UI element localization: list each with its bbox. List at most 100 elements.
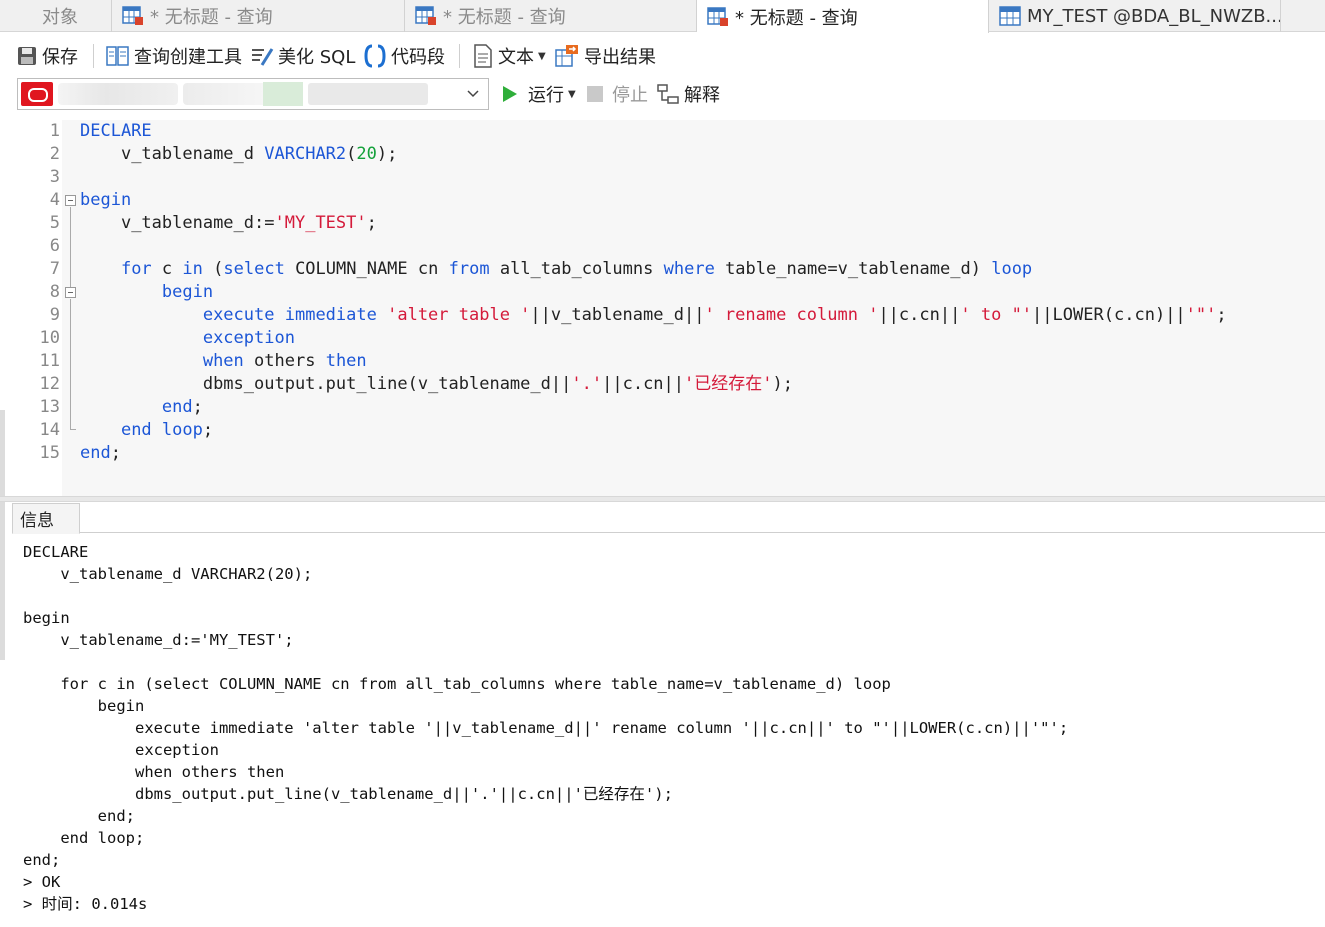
code-line: for c in (select COLUMN_NAME cn from all…: [120, 259, 1033, 279]
save-button[interactable]: 保存: [16, 38, 78, 74]
message-line: execute immediate 'alter table '||v_tabl…: [23, 719, 1069, 737]
caret-down-icon: ▼: [538, 50, 546, 62]
beautify-sql-icon: [252, 48, 274, 66]
code-line: DECLARE: [80, 121, 152, 141]
code-snippet-button[interactable]: 代码段: [363, 38, 445, 74]
sql-editor[interactable]: 1 2 3 4 5 6 7 8 9 10 11 12 13 14 15 DECL…: [12, 120, 1325, 496]
tab-query-1-label: * 无标题 - 查询: [150, 7, 273, 28]
explain-button[interactable]: 解释: [656, 76, 720, 112]
line-number: 2: [49, 144, 60, 164]
stop-label: 停止: [612, 85, 648, 106]
message-line: begin: [23, 609, 70, 627]
explain-plan-icon: [657, 84, 679, 104]
text-label: 文本: [498, 47, 534, 68]
message-line: > 时间: 0.014s: [23, 895, 148, 913]
code-line: execute immediate 'alter table '||v_tabl…: [202, 305, 1227, 325]
line-number: 7: [49, 259, 60, 279]
query-builder-icon: [106, 46, 129, 66]
code-line: when others then: [202, 351, 367, 371]
beautify-sql-label: 美化 SQL: [278, 47, 356, 68]
line-number: 9: [49, 305, 60, 325]
query-builder-button[interactable]: 查询创建工具: [106, 38, 242, 74]
editor-toolbar: 保存 查询创建工具 美化 SQL 代码段 文本 ▼ 导出结果: [0, 38, 1325, 74]
explain-label: 解释: [684, 85, 720, 106]
redacted-connection-name: [263, 82, 303, 106]
connection-select[interactable]: [17, 78, 489, 110]
tab-query-3-label: * 无标题 - 查询: [735, 7, 858, 29]
code-line: end loop;: [120, 420, 214, 440]
chevron-down-icon: [467, 90, 479, 98]
run-label: 运行: [528, 85, 564, 106]
caret-down-icon: ▼: [568, 88, 576, 100]
redacted-connection-name: [308, 83, 428, 105]
code-folding-margin: [62, 120, 80, 496]
message-line: > OK: [23, 873, 61, 891]
code-line: exception: [202, 328, 295, 348]
tab-query-2[interactable]: * 无标题 - 查询: [405, 0, 697, 32]
connection-toolbar: 运行 ▼ 停止 解释: [0, 76, 1325, 114]
code-line: begin: [80, 190, 132, 210]
save-label: 保存: [42, 47, 78, 68]
text-menu-button[interactable]: 文本 ▼: [472, 38, 546, 74]
document-tab-bar: 对象 * 无标题 - 查询 * 无标题 - 查询 * 无标题 - 查询 MY_T…: [0, 0, 1325, 33]
line-number: 5: [49, 213, 60, 233]
code-snippet-icon: [364, 44, 386, 68]
redacted-connection-name: [58, 83, 178, 105]
message-line: end loop;: [23, 829, 145, 847]
table-icon: [999, 6, 1021, 26]
line-number: 13: [39, 397, 60, 417]
code-line: v_tablename_d:='MY_TEST';: [120, 213, 377, 233]
editor-result-splitter[interactable]: [0, 496, 1325, 502]
query-table-icon: [415, 6, 436, 25]
line-number: 10: [39, 328, 60, 348]
code-line: v_tablename_d VARCHAR2(20);: [120, 144, 398, 164]
line-number: 11: [39, 351, 60, 371]
line-number: 6: [49, 236, 60, 256]
run-play-icon: [503, 86, 517, 102]
message-line: dbms_output.put_line(v_tablename_d||'.'|…: [23, 785, 673, 803]
stop-button[interactable]: 停止: [586, 76, 648, 112]
code-line: end;: [80, 443, 121, 463]
message-line: exception: [23, 741, 219, 759]
fold-toggle-icon[interactable]: [65, 195, 76, 206]
tab-table-my-test-label: MY_TEST @BDA_BL_NWZB...: [1027, 5, 1281, 27]
oracle-logo-icon: [21, 82, 53, 106]
tab-message-label: 信息: [20, 511, 54, 531]
message-line: when others then: [23, 763, 285, 781]
stop-icon: [587, 86, 603, 102]
tab-objects-label: 对象: [42, 7, 78, 28]
code-line: end;: [161, 397, 203, 417]
query-table-icon: [122, 6, 143, 25]
result-tab-bar: 信息: [12, 503, 1325, 534]
fold-end-marker: [70, 429, 76, 430]
save-icon: [18, 47, 36, 65]
toolbar-divider: [93, 44, 94, 68]
export-results-button[interactable]: 导出结果: [554, 38, 656, 74]
fold-toggle-icon[interactable]: [65, 287, 76, 298]
code-line: dbms_output.put_line(v_tablename_d||'.'|…: [202, 374, 793, 394]
beautify-sql-button[interactable]: 美化 SQL: [250, 38, 355, 74]
tab-objects[interactable]: 对象: [0, 0, 112, 32]
code-line: begin: [161, 282, 214, 302]
left-edge-scroll-indicator: [0, 410, 5, 660]
tab-table-my-test[interactable]: MY_TEST @BDA_BL_NWZB...: [989, 0, 1281, 32]
line-number-gutter: 1 2 3 4 5 6 7 8 9 10 11 12 13 14 15: [12, 120, 62, 496]
tab-query-1[interactable]: * 无标题 - 查询: [112, 0, 405, 32]
message-line: DECLARE: [23, 543, 89, 561]
run-button[interactable]: 运行 ▼: [500, 76, 576, 112]
message-line: for c in (select COLUMN_NAME cn from all…: [23, 675, 891, 693]
fold-guide: [70, 207, 71, 287]
tab-query-3-active[interactable]: * 无标题 - 查询: [697, 0, 989, 33]
line-number: 4: [49, 190, 60, 210]
export-results-label: 导出结果: [584, 47, 656, 68]
line-number: 8: [49, 282, 60, 302]
tab-message[interactable]: 信息: [12, 503, 80, 534]
export-results-icon: [555, 45, 578, 67]
message-line: begin: [23, 697, 145, 715]
message-line: end;: [23, 851, 61, 869]
message-line: end;: [23, 807, 135, 825]
line-number: 3: [49, 167, 60, 187]
message-line: v_tablename_d:='MY_TEST';: [23, 631, 294, 649]
message-line: v_tablename_d VARCHAR2(20);: [23, 565, 313, 583]
line-number: 12: [39, 374, 60, 394]
